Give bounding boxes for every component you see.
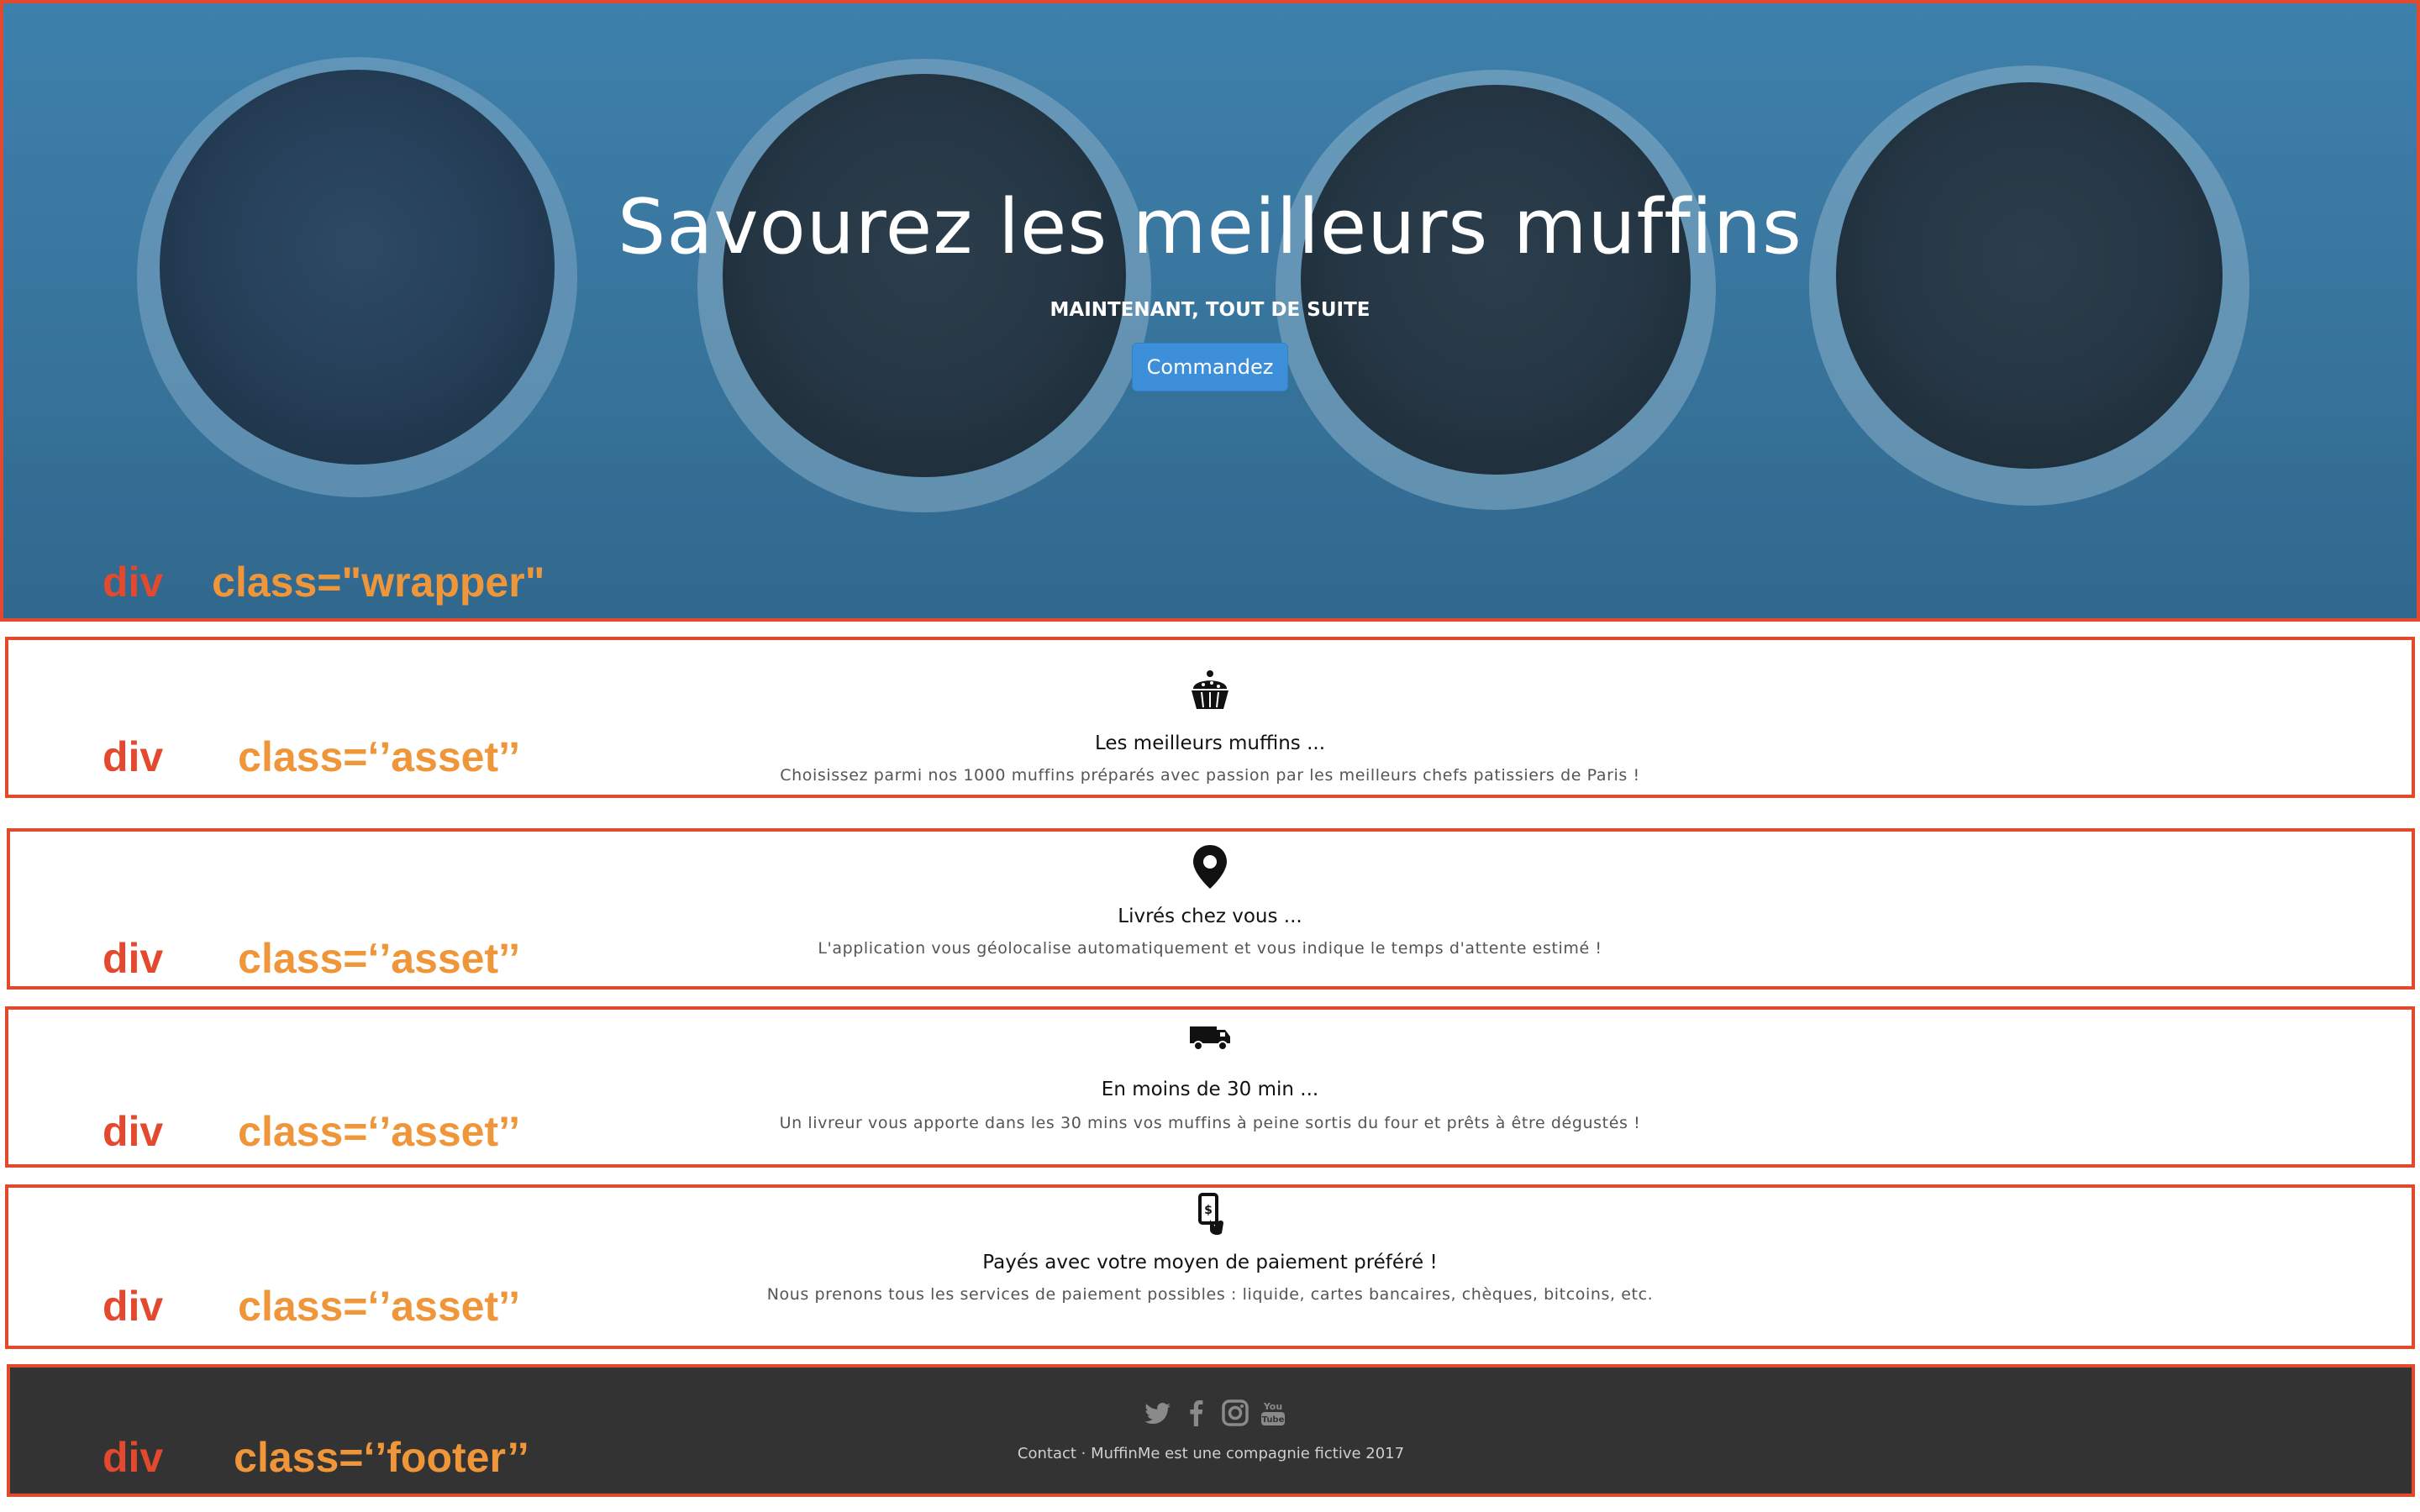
annotation-class: class=‘’asset’’ bbox=[238, 733, 521, 780]
asset-annotation-label: div class=‘’asset’’ bbox=[103, 736, 520, 778]
annotation-class: class="wrapper" bbox=[212, 559, 545, 606]
annotation-class: class=‘’asset’’ bbox=[238, 935, 521, 982]
asset-annotation-label: div class=‘’asset’’ bbox=[103, 1110, 520, 1152]
hero-title: Savourez les meilleurs muffins bbox=[618, 183, 1802, 271]
hero-subtitle: MAINTENANT, TOUT DE SUITE bbox=[1050, 299, 1370, 321]
social-links: You Tube bbox=[1144, 1396, 1287, 1430]
hero-content: Savourez les meilleurs muffins MAINTENAN… bbox=[0, 0, 2420, 622]
annotation-tag: div bbox=[103, 1434, 164, 1481]
cupcake-icon bbox=[1185, 664, 1235, 714]
youtube-icon[interactable]: You Tube bbox=[1259, 1399, 1287, 1427]
annotation-class: class=‘’asset’’ bbox=[238, 1108, 521, 1155]
twitter-icon[interactable] bbox=[1144, 1399, 1173, 1427]
mobile-payment-icon: $ bbox=[1185, 1189, 1235, 1240]
asset-annotation-label: div class=‘’asset’’ bbox=[103, 1285, 520, 1327]
asset-title: En moins de 30 min ... bbox=[1101, 1079, 1319, 1100]
svg-text:$: $ bbox=[1204, 1204, 1213, 1217]
instagram-icon[interactable] bbox=[1221, 1399, 1249, 1427]
map-marker-icon bbox=[1185, 842, 1235, 892]
wrapper-annotation-label: div class="wrapper" bbox=[103, 561, 544, 603]
asset-title: Livrés chez vous ... bbox=[1118, 906, 1302, 927]
asset-annotation-label: div class=‘’asset’’ bbox=[103, 937, 520, 979]
footer-annotation-label: div class=‘’footer’’ bbox=[103, 1436, 529, 1478]
asset-title: Payés avec votre moyen de paiement préfé… bbox=[982, 1252, 1438, 1273]
svg-text:Tube: Tube bbox=[1262, 1415, 1285, 1425]
annotation-class: class=‘’footer’’ bbox=[234, 1434, 529, 1481]
annotation-class: class=‘’asset’’ bbox=[238, 1283, 521, 1330]
annotation-tag: div bbox=[103, 1108, 164, 1155]
annotation-tag: div bbox=[103, 935, 164, 982]
annotation-tag: div bbox=[103, 559, 164, 606]
order-button[interactable]: Commandez bbox=[1132, 343, 1288, 391]
facebook-icon[interactable] bbox=[1182, 1399, 1211, 1427]
hero-wrapper: Savourez les meilleurs muffins MAINTENAN… bbox=[0, 0, 2420, 622]
annotation-tag: div bbox=[103, 1283, 164, 1330]
annotation-tag: div bbox=[103, 733, 164, 780]
delivery-truck-icon bbox=[1185, 1011, 1235, 1062]
svg-text:You: You bbox=[1263, 1401, 1282, 1412]
